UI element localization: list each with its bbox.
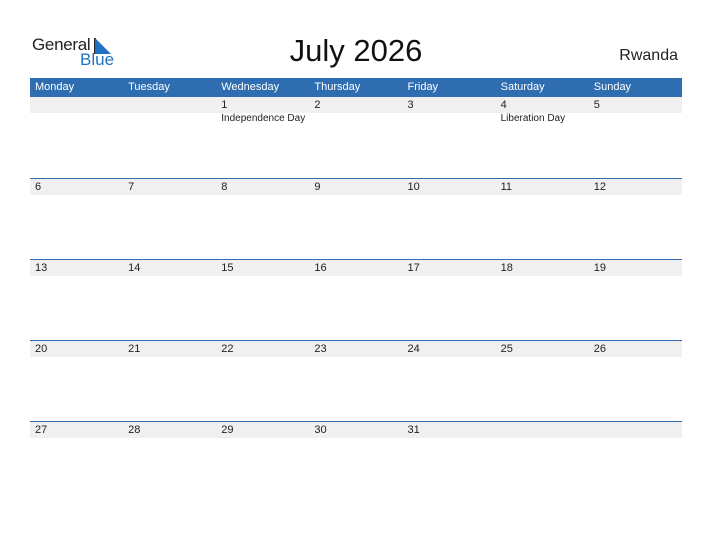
events-band: Independence Day Liberation Day [30,113,682,125]
day-number: 28 [128,424,141,436]
weekday-header: Monday Tuesday Wednesday Thursday Friday… [30,78,682,97]
day-number: 16 [314,262,327,274]
weeks-container: 1 2 3 4 5 Independence Day Liberation Day 6 7 8 9 1… [30,97,682,502]
day-number: 22 [221,343,234,355]
weekday-sunday: Sunday [593,81,632,93]
day-number-band: 6 7 8 9 10 11 12 [30,179,682,195]
day-number: 2 [314,99,321,111]
holiday-label [309,113,402,125]
day-number-band: 27 28 29 30 31 [30,422,682,438]
day-number: 6 [35,181,42,193]
week-row: 27 28 29 30 31 [30,421,682,502]
day-number: 13 [35,262,48,274]
weekday-wednesday: Wednesday [221,81,280,93]
weekday-tuesday: Tuesday [128,81,170,93]
holiday-label [403,113,496,125]
day-number: 17 [407,262,420,274]
day-number [496,422,589,438]
calendar-grid: Monday Tuesday Wednesday Thursday Friday… [30,78,682,502]
day-number [123,97,216,113]
week-row: 20 21 22 23 24 25 26 [30,340,682,421]
holiday-label [589,113,682,125]
day-number: 19 [593,262,606,274]
day-number: 26 [593,343,606,355]
day-number: 30 [314,424,327,436]
day-number-band: 1 2 3 4 5 [30,97,682,113]
weekday-monday: Monday [35,81,75,93]
day-number: 1 [221,99,228,111]
calendar-title: July 2026 [289,33,423,68]
weekday-thursday: Thursday [314,81,361,93]
day-number: 18 [500,262,513,274]
holiday-label: Independence Day [221,113,306,124]
day-number: 12 [593,181,606,193]
day-number: 29 [221,424,234,436]
day-number: 9 [314,181,321,193]
day-number: 24 [407,343,420,355]
day-number [589,422,682,438]
day-number: 21 [128,343,141,355]
country-label: Rwanda [619,47,678,64]
day-number: 10 [407,181,420,193]
week-row: 13 14 15 16 17 18 19 [30,259,682,340]
week-row: 6 7 8 9 10 11 12 [30,178,682,259]
day-number: 15 [221,262,234,274]
day-number: 4 [500,99,507,111]
holiday-label [123,113,216,125]
day-number: 23 [314,343,327,355]
day-number-band: 13 14 15 16 17 18 19 [30,260,682,276]
day-number: 8 [221,181,228,193]
day-number [30,97,123,113]
day-number: 11 [500,181,513,193]
weekday-friday: Friday [407,81,439,93]
week-row: 1 2 3 4 5 Independence Day Liberation Day [30,97,682,178]
day-number: 3 [407,99,414,111]
day-number: 7 [128,181,135,193]
day-number: 5 [593,99,600,111]
weekday-saturday: Saturday [500,81,545,93]
day-number: 25 [500,343,513,355]
day-number-band: 20 21 22 23 24 25 26 [30,341,682,357]
holiday-label: Liberation Day [500,113,566,124]
day-number: 20 [35,343,48,355]
holiday-label [30,113,123,125]
day-number: 14 [128,262,141,274]
day-number: 27 [35,424,48,436]
day-number: 31 [407,424,420,436]
